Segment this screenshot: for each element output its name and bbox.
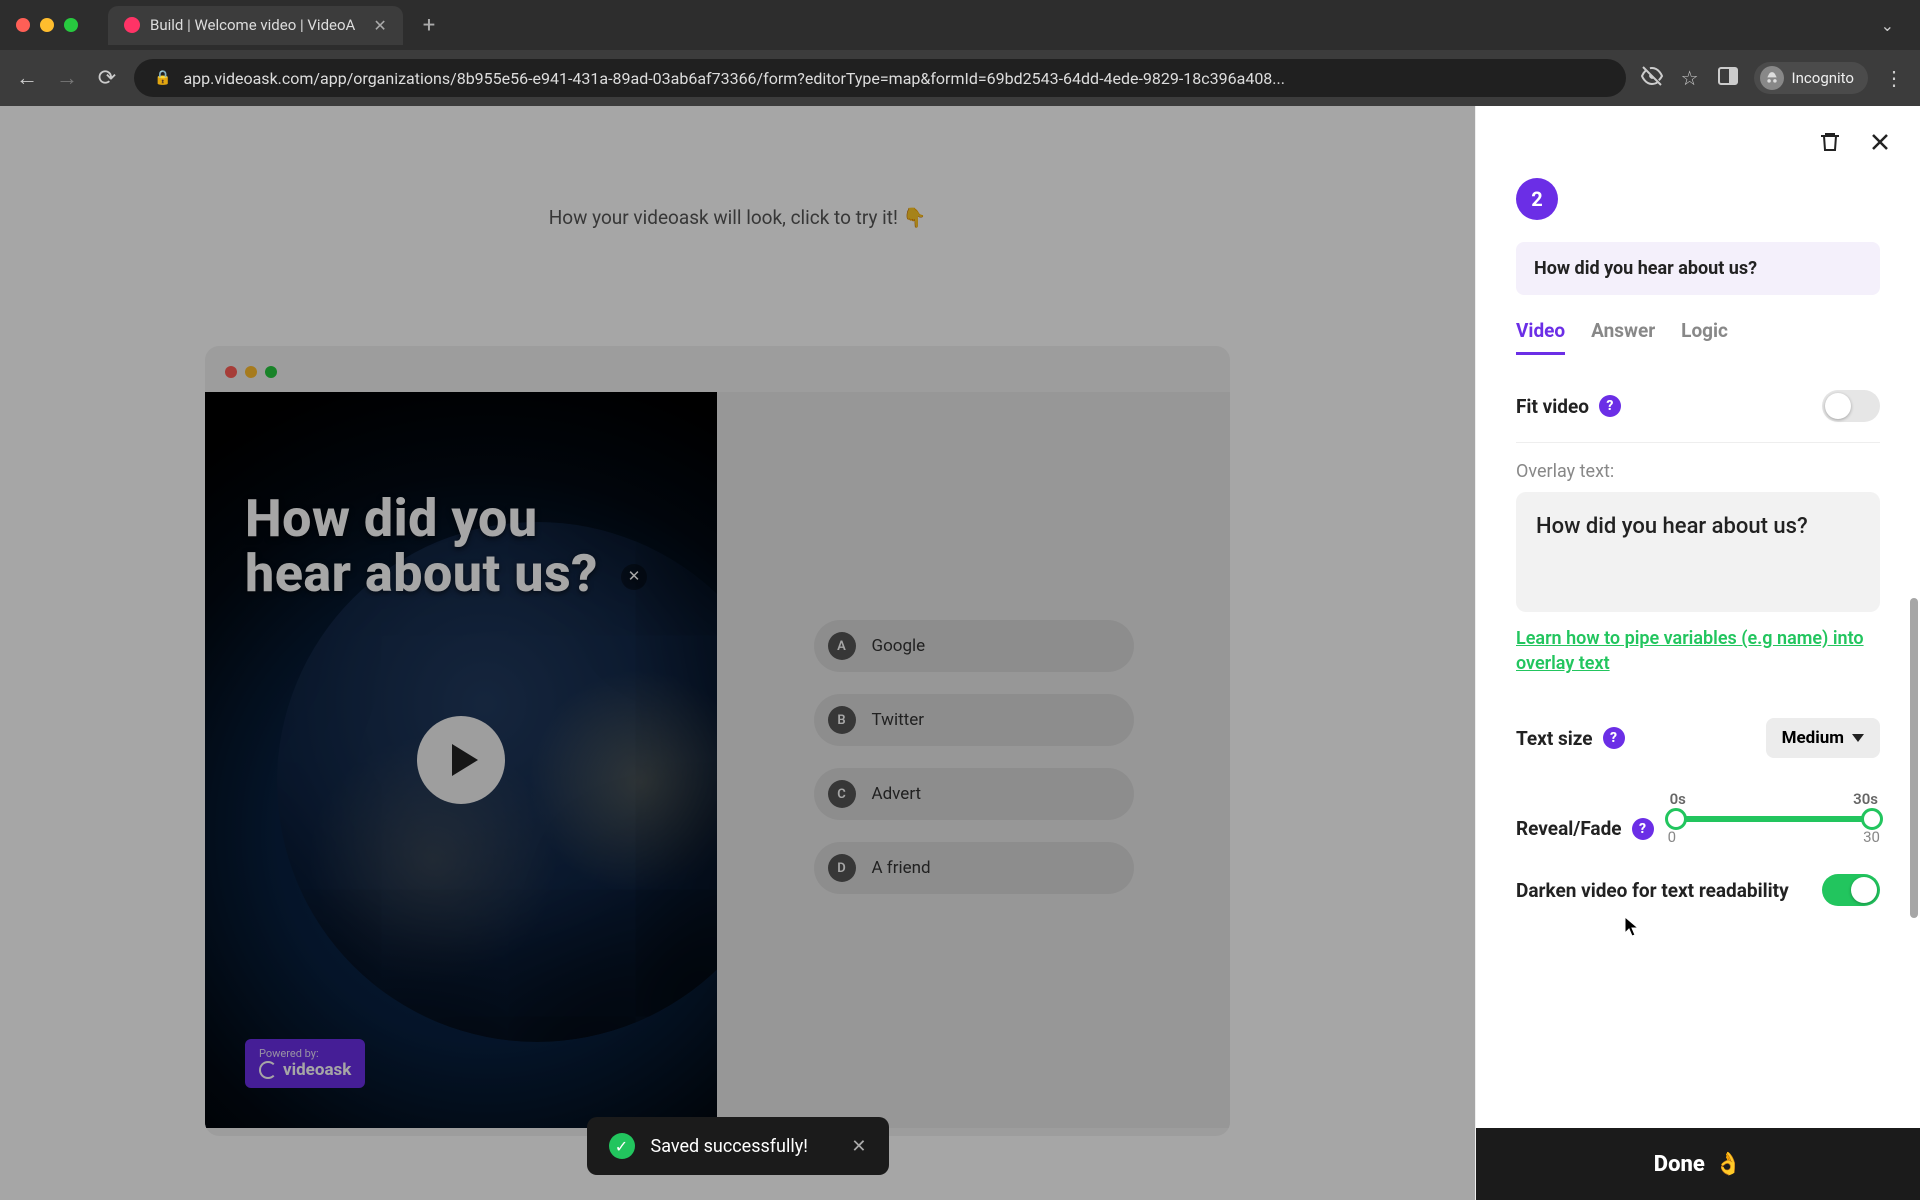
slider-handle-start[interactable] xyxy=(1665,808,1687,830)
overlay-text-input[interactable]: How did you hear about us? xyxy=(1516,492,1880,612)
preview-video-pane[interactable]: How did you hear about us? ✕ Powered by:… xyxy=(205,392,717,1128)
new-tab-button[interactable]: + xyxy=(423,13,435,38)
slider-max: 30 xyxy=(1863,828,1880,846)
question-title[interactable]: How did you hear about us? xyxy=(1516,242,1880,295)
video-overlay-text: How did you hear about us? ✕ xyxy=(245,492,657,601)
preview-window-dots xyxy=(205,366,1230,392)
window-traffic-lights xyxy=(16,18,78,32)
help-icon[interactable]: ? xyxy=(1603,727,1625,749)
preview-window[interactable]: How did you hear about us? ✕ Powered by:… xyxy=(205,346,1230,1136)
tab-favicon-icon xyxy=(124,17,140,33)
address-bar[interactable]: 🔒 app.videoask.com/app/organizations/8b9… xyxy=(134,59,1626,97)
done-button[interactable]: Done 👌 xyxy=(1476,1128,1920,1200)
toast-text: Saved successfully! xyxy=(651,1136,808,1157)
choice-option[interactable]: A Google xyxy=(814,620,1134,672)
preview-answers-pane: A Google B Twitter C Advert xyxy=(717,392,1230,1128)
text-size-label: Text size xyxy=(1516,727,1593,750)
tab-logic[interactable]: Logic xyxy=(1681,319,1728,355)
powered-by-badge[interactable]: Powered by: videoask xyxy=(245,1039,365,1088)
darken-video-label: Darken video for text readability xyxy=(1516,879,1789,902)
browser-toolbar: ← → ⟳ 🔒 app.videoask.com/app/organizatio… xyxy=(0,50,1920,106)
choice-label: Twitter xyxy=(872,710,924,730)
settings-tabs: Video Answer Logic xyxy=(1516,319,1880,356)
tab-title: Build | Welcome video | VideoA xyxy=(150,16,355,34)
editor-canvas: How your videoask will look, click to tr… xyxy=(0,106,1475,1200)
panel-icon[interactable] xyxy=(1716,64,1740,93)
toast-close-icon[interactable]: ✕ xyxy=(851,1136,866,1157)
choice-key: D xyxy=(828,854,856,882)
slider-end-value: 30s xyxy=(1853,790,1878,808)
reveal-fade-label: Reveal/Fade xyxy=(1516,817,1622,840)
text-size-select[interactable]: Medium xyxy=(1766,718,1880,758)
overlay-clear-icon[interactable]: ✕ xyxy=(621,564,647,590)
scrollbar-thumb[interactable] xyxy=(1910,598,1918,918)
tab-close-icon[interactable]: ✕ xyxy=(373,16,386,35)
help-icon[interactable]: ? xyxy=(1632,818,1654,840)
choice-key: A xyxy=(828,632,856,660)
close-icon xyxy=(1868,130,1892,154)
nav-reload-button[interactable]: ⟳ xyxy=(94,66,120,91)
close-panel-button[interactable] xyxy=(1868,130,1892,154)
trash-icon xyxy=(1818,130,1842,154)
toast-saved: ✓ Saved successfully! ✕ xyxy=(587,1117,889,1175)
step-settings-panel: 2 How did you hear about us? Video Answe… xyxy=(1475,106,1920,1200)
preview-hint: How your videoask will look, click to tr… xyxy=(0,206,1475,229)
check-icon: ✓ xyxy=(609,1133,635,1159)
kebab-menu-icon[interactable]: ⋮ xyxy=(1882,66,1906,90)
nav-forward-button[interactable]: → xyxy=(54,65,80,91)
help-icon[interactable]: ? xyxy=(1599,395,1621,417)
choice-option[interactable]: B Twitter xyxy=(814,694,1134,746)
tab-video[interactable]: Video xyxy=(1516,319,1565,355)
browser-tabbar: Build | Welcome video | VideoA ✕ + ⌄ xyxy=(0,0,1920,50)
step-number-badge: 2 xyxy=(1516,178,1558,220)
slider-min: 0 xyxy=(1668,828,1676,846)
duplicate-button[interactable] xyxy=(1768,130,1792,154)
browser-tab[interactable]: Build | Welcome video | VideoA ✕ xyxy=(108,6,403,45)
slider-start-value: 0s xyxy=(1670,790,1686,808)
choice-label: Google xyxy=(872,636,926,656)
profile-button[interactable]: Incognito xyxy=(1754,62,1868,94)
traffic-close-icon[interactable] xyxy=(16,18,30,32)
choice-key: C xyxy=(828,780,856,808)
choice-key: B xyxy=(828,706,856,734)
overlay-text-label: Overlay text: xyxy=(1516,461,1880,482)
choice-label: A friend xyxy=(872,858,931,878)
choice-option[interactable]: C Advert xyxy=(814,768,1134,820)
ok-hand-icon: 👌 xyxy=(1715,1152,1742,1177)
tab-answer[interactable]: Answer xyxy=(1591,319,1655,355)
pointing-down-icon: 👇 xyxy=(903,206,927,229)
bookmark-star-icon[interactable]: ☆ xyxy=(1678,66,1702,90)
choice-option[interactable]: D A friend xyxy=(814,842,1134,894)
profile-label: Incognito xyxy=(1792,69,1854,87)
fit-video-label: Fit video xyxy=(1516,395,1589,418)
traffic-zoom-icon[interactable] xyxy=(64,18,78,32)
slider-handle-end[interactable] xyxy=(1861,808,1883,830)
choice-label: Advert xyxy=(872,784,922,804)
url-text: app.videoask.com/app/organizations/8b955… xyxy=(183,69,1285,88)
traffic-minimize-icon[interactable] xyxy=(40,18,54,32)
reveal-fade-slider[interactable] xyxy=(1668,816,1880,822)
tabs-overflow-icon[interactable]: ⌄ xyxy=(1881,16,1894,35)
incognito-icon xyxy=(1760,66,1784,90)
eye-off-icon[interactable] xyxy=(1640,64,1664,93)
delete-button[interactable] xyxy=(1818,130,1842,154)
nav-back-button[interactable]: ← xyxy=(14,65,40,91)
lock-icon: 🔒 xyxy=(154,70,171,86)
darken-video-toggle[interactable] xyxy=(1822,874,1880,906)
fit-video-toggle[interactable] xyxy=(1822,390,1880,422)
overlay-text-help-link[interactable]: Learn how to pipe variables (e.g name) i… xyxy=(1516,626,1880,676)
play-button[interactable] xyxy=(417,716,505,804)
